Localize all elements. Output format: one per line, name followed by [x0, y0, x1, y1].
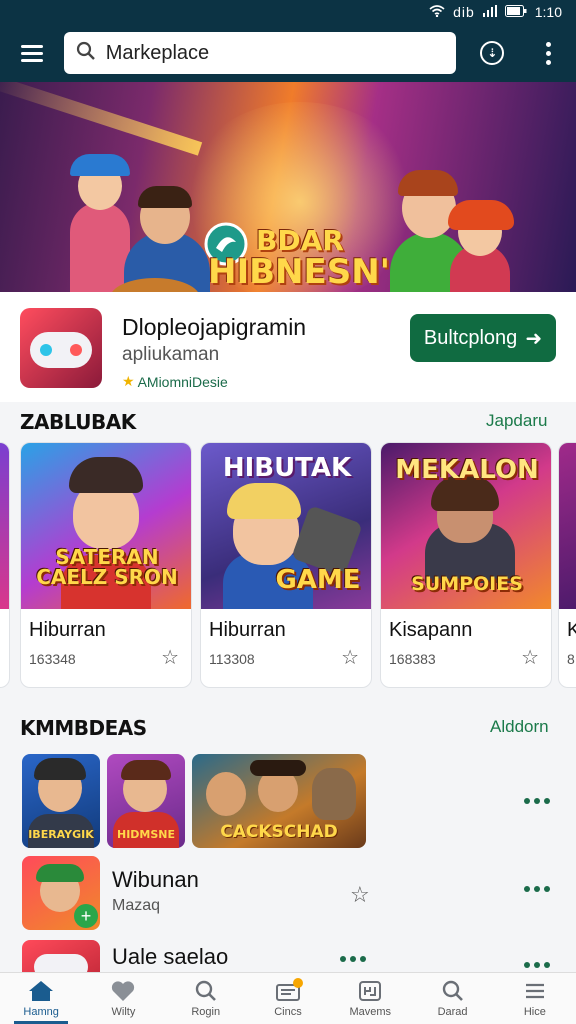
star-outline-icon[interactable]: ☆: [521, 645, 539, 670]
download-icon[interactable]: ⇣: [464, 24, 520, 82]
star-outline-icon[interactable]: ☆: [341, 645, 359, 670]
featured-app-icon: [20, 308, 102, 388]
section-1-see-all-link[interactable]: Japdaru: [486, 411, 547, 431]
app-card-art-title: HIBUTAK: [222, 453, 352, 483]
app-card-art-subtitle: GAME: [275, 565, 361, 595]
game-thumbnail[interactable]: HIDMSNE: [107, 754, 185, 848]
app-card-count: 168383: [389, 651, 436, 667]
clock: 1:10: [534, 4, 562, 20]
heart-icon: [111, 980, 135, 1004]
list-item-icon: +: [22, 856, 100, 930]
game-thumbnail-label: IBERAYGIK: [28, 828, 94, 841]
more-dots-icon[interactable]: [524, 886, 550, 892]
featured-app-developer: apliukaman: [122, 344, 220, 365]
star-outline-icon[interactable]: ☆: [350, 882, 370, 908]
app-screen: dib 1:10 ⇣: [0, 0, 576, 1024]
hero-title: BDAR HIBNESN': [208, 224, 391, 292]
featured-app-row[interactable]: Dlopleojapigramin apliukaman ★ AMiomniDe…: [0, 292, 576, 402]
nav-item-more[interactable]: Hice: [494, 973, 576, 1024]
app-card[interactable]: SATERAN CAELZ SRON Hiburran 163348 ☆: [20, 442, 192, 688]
app-card-art-subtitle: SUMPOIES: [411, 573, 523, 595]
battery-icon: [504, 4, 527, 20]
notification-badge: [292, 978, 303, 988]
top-app-bar: ⇣: [0, 24, 576, 82]
magnifier-icon: [442, 980, 464, 1004]
bottom-navigation: Hamng Wilty Rogin Cincs Mavems Darad Hic…: [0, 972, 576, 1024]
add-icon: +: [74, 904, 98, 928]
more-dots-icon[interactable]: [340, 956, 366, 962]
arrow-right-icon: ➜: [525, 327, 543, 350]
app-card-artwork: MEKALON SUMPOIES: [381, 443, 551, 609]
app-card-artwork: HIBUTAK GAME: [201, 443, 371, 609]
app-card[interactable]: MEKALON SUMPOIES Kisapann 168383 ☆: [380, 442, 552, 688]
game-thumbnail-label: HIDMSNE: [116, 828, 176, 841]
list-item-title: Wibunan: [112, 867, 199, 892]
game-thumbnail-label: CACKSCHAD: [220, 822, 338, 842]
section-title-2: KMMBDEAS: [20, 716, 147, 740]
section-2-see-all-link[interactable]: Alddorn: [490, 717, 549, 737]
nav-item-wishlist[interactable]: Wilty: [82, 973, 164, 1024]
app-card-count: 113308: [209, 651, 255, 667]
app-card-name: Hiburran: [209, 619, 286, 641]
more-options-icon[interactable]: [520, 24, 576, 82]
more-dots-icon[interactable]: [524, 962, 550, 968]
search-input[interactable]: [105, 41, 436, 65]
partial-card-right[interactable]: K 8: [558, 442, 576, 688]
app-card[interactable]: HIBUTAK GAME Hiburran 113308 ☆: [200, 442, 372, 688]
hero-character-girl-cap: [70, 202, 130, 292]
gamepad-icon: [358, 980, 382, 1004]
game-thumbnail-wide[interactable]: CACKSCHAD: [192, 754, 366, 848]
featured-install-button[interactable]: Bultcplong ➜: [410, 314, 556, 362]
nav-item-search[interactable]: Rogin: [165, 973, 247, 1024]
nav-item-library[interactable]: Cincs: [247, 973, 329, 1024]
app-card-name: Kisapann: [389, 619, 473, 641]
status-bar: dib 1:10: [0, 0, 576, 24]
list-item-subtitle: Mazaq: [112, 897, 161, 914]
partial-card-left[interactable]: [0, 442, 10, 688]
game-thumbnail[interactable]: IBERAYGIK: [22, 754, 100, 848]
nav-item-games[interactable]: Mavems: [329, 973, 411, 1024]
hero-banner[interactable]: BDAR HIBNESN': [0, 82, 576, 292]
network-label: dib: [453, 4, 475, 20]
star-icon: ★: [122, 373, 135, 389]
app-card-artwork: SATERAN CAELZ SRON: [21, 443, 191, 609]
search-icon: [195, 980, 217, 1004]
section-title-1: ZABLUBAK: [20, 410, 136, 434]
home-icon: [28, 980, 54, 1004]
list-item-title: Uale saelao: [112, 944, 229, 969]
search-bar[interactable]: [63, 32, 457, 74]
search-icon: [76, 41, 96, 66]
star-outline-icon[interactable]: ☆: [161, 645, 179, 670]
app-card-name: Hiburran: [29, 619, 106, 641]
signal-icon: [482, 4, 497, 20]
wifi-icon: [429, 4, 445, 20]
hamburger-menu-icon[interactable]: [0, 24, 64, 82]
app-card-count: 163348: [29, 651, 76, 667]
partial-card-count: 8: [567, 651, 575, 667]
nav-item-home[interactable]: Hamng: [0, 973, 82, 1024]
featured-app-name: Dlopleojapigramin: [122, 314, 307, 340]
nav-item-discover[interactable]: Darad: [411, 973, 493, 1024]
partial-card-name: K: [567, 619, 576, 642]
menu-icon: [524, 980, 546, 1004]
featured-app-badge: ★ AMiomniDesie: [122, 373, 228, 390]
app-card-art-title: SATERAN CAELZ SRON: [36, 545, 178, 589]
more-dots-icon[interactable]: [524, 798, 550, 804]
app-card-art-title: MEKALON: [395, 455, 539, 485]
